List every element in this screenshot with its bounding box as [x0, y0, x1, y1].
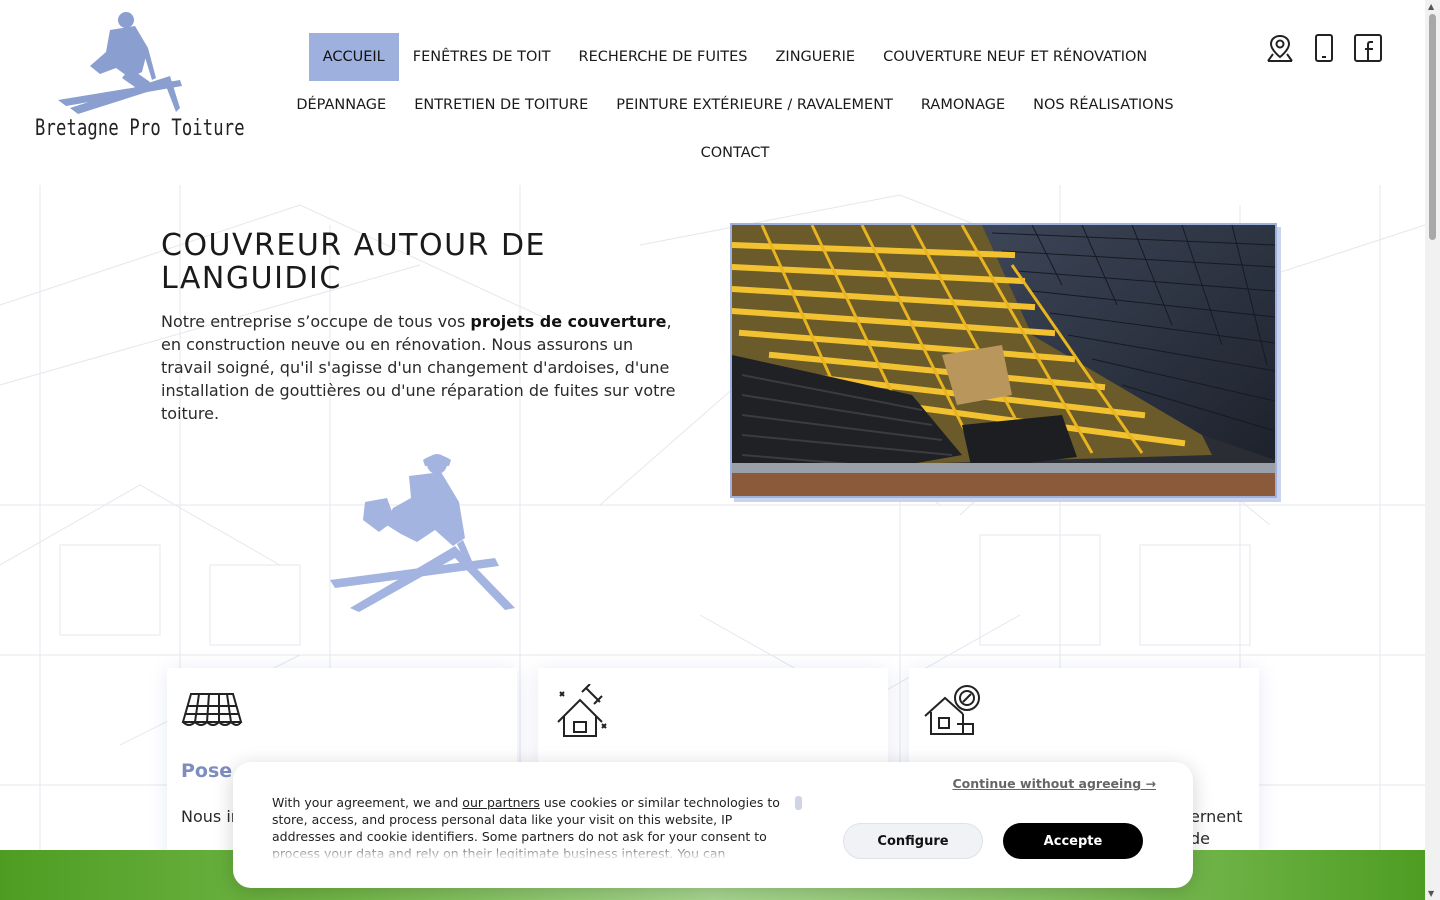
header-icons — [1264, 32, 1384, 64]
card-3-visible-text: ernent de — [1190, 806, 1243, 850]
nav-item-zinguerie[interactable]: ZINGUERIE — [762, 33, 870, 81]
nav-item-realisations[interactable]: NOS RÉALISATIONS — [1019, 81, 1187, 129]
roof-tiles-icon — [181, 684, 243, 736]
location-pin-icon[interactable] — [1264, 32, 1296, 64]
nav-item-contact[interactable]: CONTACT — [687, 129, 784, 177]
nav-item-accueil[interactable]: ACCUEIL — [308, 33, 399, 81]
nav-item-couverture[interactable]: COUVERTURE NEUF ET RÉNOVATION — [869, 33, 1161, 81]
hero-title: COUVREUR AUTOUR DE LANGUIDIC — [161, 229, 681, 295]
hero-text-highlight: projets de couverture — [470, 312, 667, 331]
nav-item-entretien[interactable]: ENTRETIEN DE TOITURE — [400, 81, 602, 129]
cookie-text-scrollbar[interactable] — [795, 796, 802, 810]
nav-item-peinture[interactable]: PEINTURE EXTÉRIEURE / RAVALEMENT — [602, 81, 907, 129]
house-search-icon — [923, 684, 983, 736]
nav-item-depannage[interactable]: DÉPANNAGE — [282, 81, 400, 129]
hero-text-part1: Notre entreprise s’occupe de tous vos — [161, 312, 471, 331]
page-scrollbar[interactable]: ▲ ▼ — [1425, 0, 1440, 900]
logo-text: Bretagne Pro Toiture — [35, 116, 245, 141]
phone-icon[interactable] — [1308, 32, 1340, 64]
accept-button[interactable]: Accepte — [1003, 823, 1143, 859]
nav-row-1: ACCUEIL FENÊTRES DE TOIT RECHERCHE DE FU… — [250, 33, 1220, 81]
card-3-text-line1: ernent — [1190, 807, 1243, 826]
cookie-text-fade — [272, 842, 797, 860]
hero-roof-image — [730, 223, 1277, 498]
house-repair-icon — [552, 683, 612, 737]
roof-photo — [732, 225, 1275, 496]
facebook-icon[interactable] — [1352, 32, 1384, 64]
nav-row-2: DÉPANNAGE ENTRETIEN DE TOITURE PEINTURE … — [250, 81, 1220, 129]
hero-title-line1: COUVREUR AUTOUR DE — [161, 228, 546, 263]
nav-item-recherche-de-fuites[interactable]: RECHERCHE DE FUITES — [565, 33, 762, 81]
card-1-title: Pose — [181, 760, 233, 782]
scroll-down-arrow-icon[interactable]: ▼ — [1428, 889, 1434, 898]
cookie-text-part1: With your agreement, we and — [272, 795, 463, 810]
our-partners-link[interactable]: our partners — [462, 795, 540, 810]
hero-title-line2: LANGUIDIC — [161, 261, 342, 296]
scrollbar-thumb[interactable] — [1429, 14, 1436, 240]
configure-button[interactable]: Configure — [843, 823, 983, 859]
nav-item-ramonage[interactable]: RAMONAGE — [907, 81, 1019, 129]
roofer-illustration — [325, 450, 525, 615]
card-3-text-line2: de — [1190, 829, 1210, 848]
hero-description: Notre entreprise s’occupe de tous vos pr… — [161, 310, 686, 425]
continue-without-agreeing-link[interactable]: Continue without agreeing → — [952, 776, 1156, 791]
main-navigation: ACCUEIL FENÊTRES DE TOIT RECHERCHE DE FU… — [250, 33, 1220, 177]
nav-row-3: CONTACT — [250, 129, 1220, 177]
scroll-up-arrow-icon[interactable]: ▲ — [1428, 2, 1434, 11]
nav-item-fenetres-de-toit[interactable]: FENÊTRES DE TOIT — [399, 33, 565, 81]
cookie-consent-banner: Continue without agreeing → With your ag… — [233, 762, 1193, 888]
